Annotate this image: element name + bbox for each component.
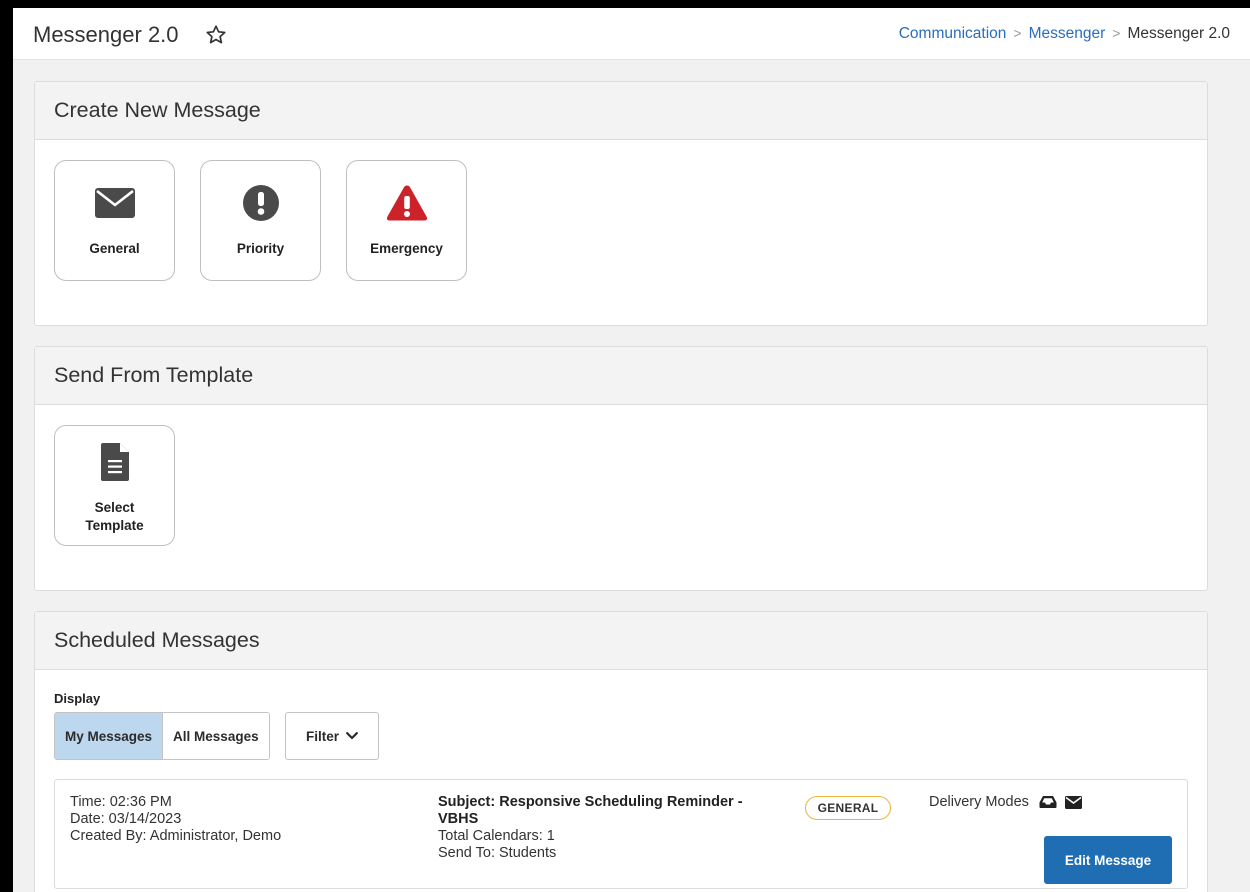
scheduled-messages-title: Scheduled Messages (35, 612, 1207, 670)
create-new-message-panel: Create New Message General Priority Emer… (34, 81, 1208, 326)
message-send-to: Send To: Students (438, 845, 557, 861)
display-toggle: My Messages All Messages (54, 712, 270, 760)
warning-triangle-icon (386, 185, 427, 221)
priority-tile-label: Priority (236, 241, 285, 256)
all-messages-button[interactable]: All Messages (162, 713, 269, 759)
app-frame: Messenger 2.0 Communication > Messenger > Me… (13, 8, 1250, 892)
create-new-message-title: Create New Message (35, 82, 1207, 140)
breadcrumb-communication[interactable]: Communication (899, 25, 1007, 42)
message-type-badge: GENERAL (805, 796, 891, 820)
filter-label: Filter (305, 728, 339, 744)
select-template-label-line1: Select (94, 500, 135, 515)
scheduled-message-card: Time: 02:36 PM Date: 03/14/2023 Created … (54, 779, 1188, 889)
breadcrumb-current: Messenger 2.0 (1127, 25, 1230, 42)
exclamation-circle-icon (242, 185, 279, 221)
breadcrumb-messenger[interactable]: Messenger (1029, 25, 1106, 42)
delivery-modes: Delivery Modes (929, 794, 1082, 810)
message-time: Time: 02:36 PM (70, 794, 172, 810)
envelope-icon (94, 188, 135, 218)
general-tile-label: General (89, 241, 140, 256)
message-details: Subject: Responsive Scheduling Reminder … (438, 794, 798, 862)
chevron-down-icon (346, 732, 358, 740)
star-icon[interactable] (204, 23, 228, 47)
message-created-by: Created By: Administrator, Demo (70, 828, 282, 844)
my-messages-button[interactable]: My Messages (55, 713, 163, 759)
display-label: Display (54, 691, 101, 706)
chevron-right-icon: > (1112, 25, 1121, 41)
filter-button[interactable]: Filter (285, 712, 379, 760)
document-icon (100, 443, 129, 481)
chevron-right-icon: > (1013, 25, 1022, 41)
priority-message-tile[interactable]: Priority (200, 160, 321, 281)
envelope-icon (1064, 795, 1082, 809)
send-from-template-panel: Send From Template Select Template (34, 346, 1208, 591)
message-meta: Time: 02:36 PM Date: 03/14/2023 Created … (70, 794, 281, 845)
select-template-tile[interactable]: Select Template (54, 425, 175, 546)
message-subject-line1: Subject: Responsive Scheduling Reminder … (438, 794, 743, 810)
top-bar: Messenger 2.0 Communication > Messenger > Me… (13, 8, 1250, 60)
send-from-template-title: Send From Template (35, 347, 1207, 405)
select-template-label-line2: Template (85, 518, 144, 533)
edit-message-button[interactable]: Edit Message (1044, 836, 1172, 884)
message-total-calendars: Total Calendars: 1 (438, 828, 555, 844)
breadcrumb: Communication > Messenger > Messenger 2.0 (899, 25, 1230, 43)
select-template-label: Select Template (55, 499, 174, 535)
message-date: Date: 03/14/2023 (70, 811, 182, 827)
emergency-tile-label: Emergency (370, 241, 443, 256)
delivery-modes-label: Delivery Modes (929, 794, 1029, 810)
emergency-message-tile[interactable]: Emergency (346, 160, 467, 281)
general-message-tile[interactable]: General (54, 160, 175, 281)
page-title: Messenger 2.0 (33, 22, 179, 47)
message-subject-line2: VBHS (438, 811, 479, 827)
inbox-icon (1039, 796, 1057, 808)
scheduled-messages-panel: Scheduled Messages Display My Messages A… (34, 611, 1208, 892)
